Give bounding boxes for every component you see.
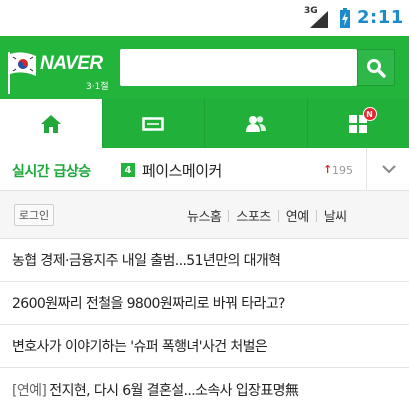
divider <box>315 209 317 222</box>
battery-icon <box>340 8 350 28</box>
header: NAVER 3·1절 <box>0 36 409 99</box>
link-entertainment[interactable]: 연예 <box>286 206 309 225</box>
tab-community[interactable] <box>204 99 307 148</box>
trend-label: 실시간 급상승 <box>12 164 91 180</box>
link-sports[interactable]: 스포츠 <box>236 206 271 225</box>
tab-news[interactable] <box>101 99 204 148</box>
chevron-down-icon <box>381 164 396 173</box>
search-icon <box>367 58 386 78</box>
taegukgi-flag-icon[interactable] <box>6 50 38 94</box>
section-links: 뉴스홈 스포츠 연예 날씨 <box>187 206 347 225</box>
signal-icon <box>310 11 328 28</box>
main-nav: N <box>0 99 409 148</box>
news-category-tag: [연예] <box>12 382 47 399</box>
rectangle-icon <box>142 116 164 131</box>
trend-count: 195 <box>332 164 353 177</box>
news-title: 2600원짜리 전철을 9800원짜리로 바꿔 타라고? <box>12 296 285 312</box>
trend-rank: 4 <box>121 163 135 177</box>
news-item[interactable]: 농협 경제·금융지주 내일 출범...51년만의 대개혁 <box>0 239 409 282</box>
news-item[interactable]: 2600원짜리 전철을 9800원짜리로 바꿔 타라고? <box>0 282 409 325</box>
news-title: 농협 경제·금융지주 내일 출범...51년만의 대개혁 <box>12 253 281 269</box>
rank-up-arrow-icon: ↑ <box>323 163 333 176</box>
trend-keyword[interactable]: 페이스메이커 <box>142 160 222 181</box>
news-item[interactable]: 변호사가 이야기하는 '슈퍼 폭행녀'사건 처벌은 <box>0 325 409 368</box>
news-title: 변호사가 이야기하는 '슈퍼 폭행녀'사건 처벌은 <box>12 339 268 355</box>
realtime-trend-bar[interactable]: 실시간 급상승 4 페이스메이커 ↑ 195 <box>0 148 409 191</box>
link-weather[interactable]: 날씨 <box>324 206 347 225</box>
new-badge: N <box>362 107 377 121</box>
tab-more[interactable]: N <box>306 99 409 148</box>
news-item[interactable]: [연예] 전지현, 다시 6월 결혼설...소속사 입장표명無 <box>0 368 409 411</box>
search-input[interactable] <box>120 49 357 86</box>
news-list: 농협 경제·금융지주 내일 출범...51년만의 대개혁 2600원짜리 전철을… <box>0 239 409 411</box>
naver-logo[interactable]: NAVER <box>40 53 103 75</box>
sub-nav-row: 로그인 뉴스홈 스포츠 연예 날씨 <box>0 191 409 239</box>
status-bar: 3G 2:11 <box>0 0 409 36</box>
divider <box>277 209 279 222</box>
search-button[interactable] <box>357 49 395 86</box>
news-title: 전지현, 다시 6월 결혼설...소속사 입장표명無 <box>49 382 299 399</box>
people-icon <box>245 115 266 132</box>
expand-trend-button[interactable] <box>368 148 409 190</box>
divider <box>366 148 367 190</box>
home-icon <box>40 114 61 133</box>
logo-subtitle: 3·1절 <box>86 82 109 92</box>
login-button[interactable]: 로그인 <box>14 204 54 226</box>
clock: 2:11 <box>357 7 404 28</box>
tab-home[interactable] <box>0 99 102 148</box>
divider <box>228 209 230 222</box>
link-news-home[interactable]: 뉴스홈 <box>187 206 222 225</box>
